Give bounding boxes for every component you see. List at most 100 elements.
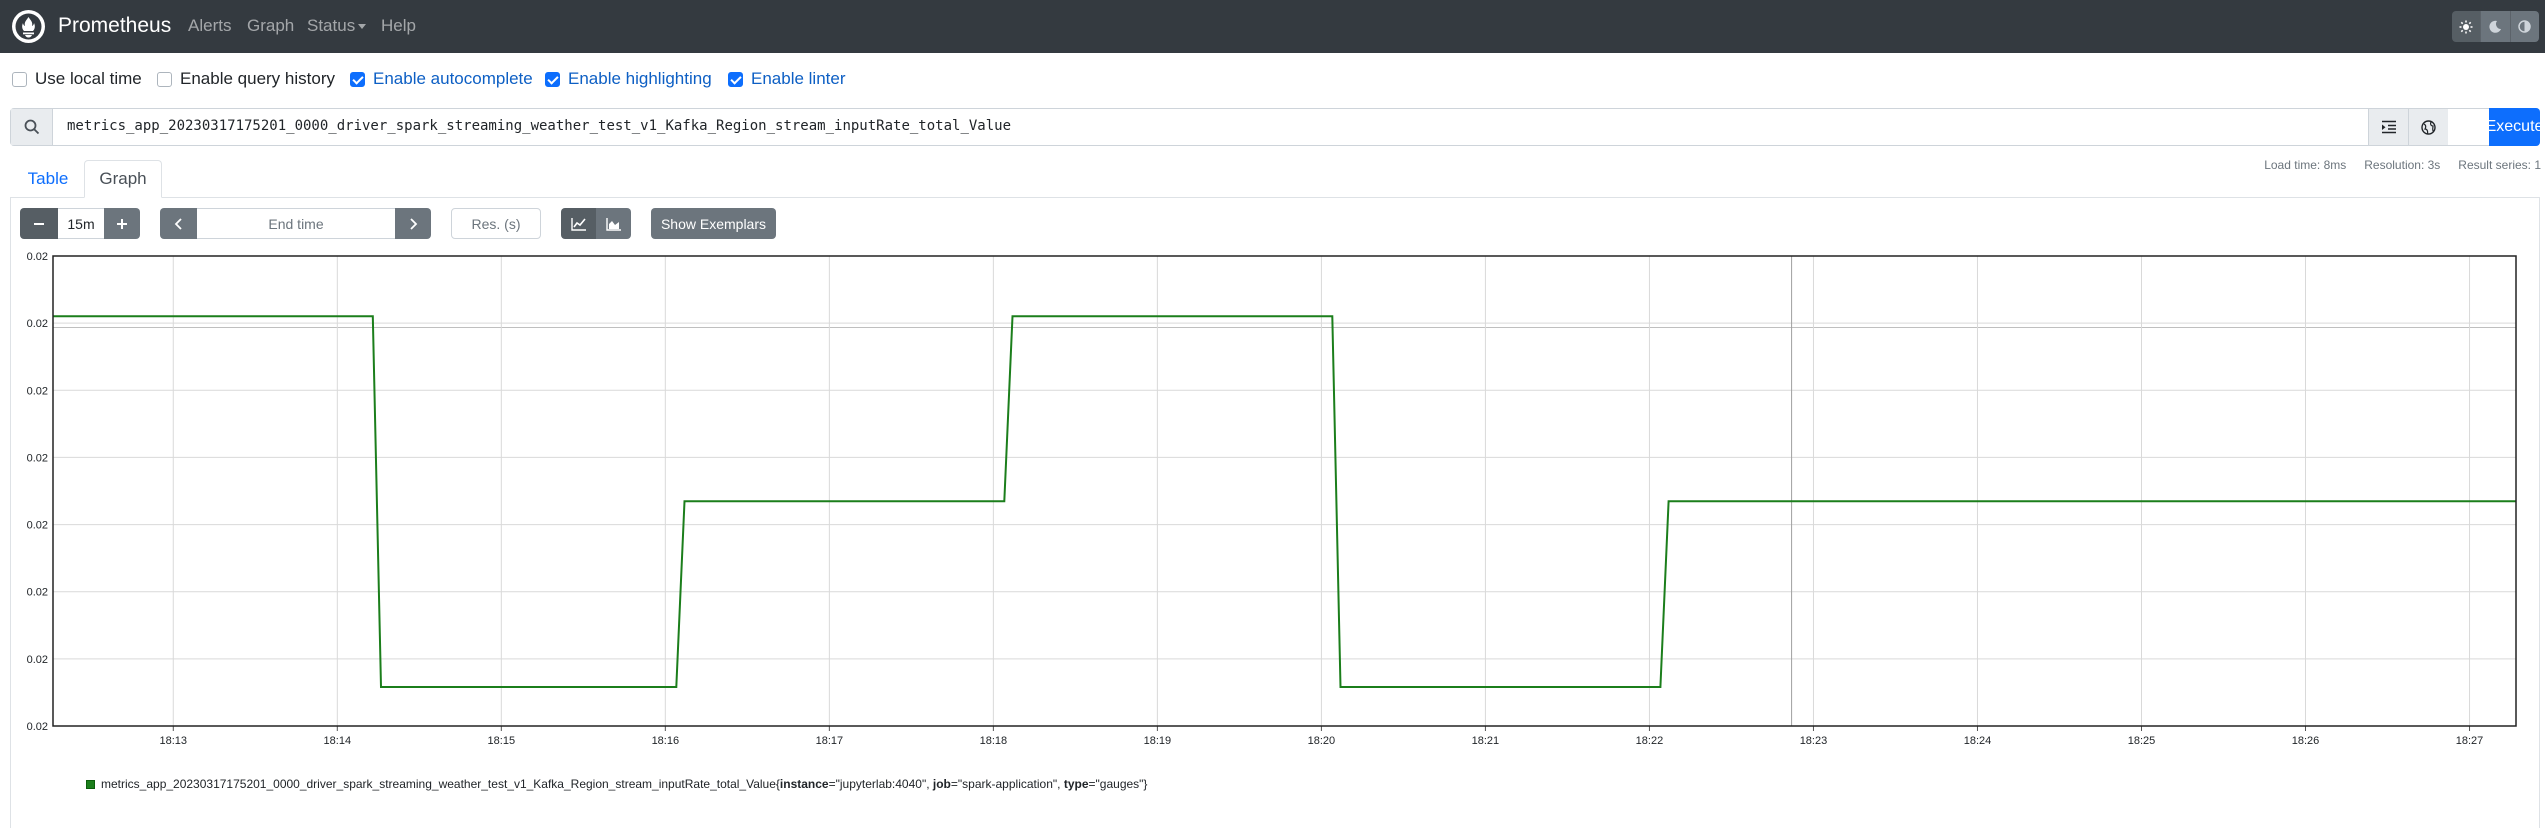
sun-icon: [2459, 20, 2473, 33]
nav-status-label: Status: [307, 16, 356, 35]
enable-highlighting-checkbox[interactable]: [545, 71, 560, 87]
use-local-time-label: Use local time: [35, 69, 142, 88]
x-tick-label: 18:15: [488, 735, 516, 747]
x-tick-label: 18:20: [1308, 735, 1336, 747]
legend-label-value: gauges: [1099, 777, 1140, 791]
load-time-stat: Load time: 8ms: [2264, 158, 2347, 172]
light-theme-button[interactable]: [2452, 11, 2482, 42]
theme-toggle-group: [2452, 11, 2539, 42]
plus-icon: [117, 218, 127, 229]
format-expression-button[interactable]: [2368, 109, 2408, 145]
y-tick-label: 0.02: [27, 721, 48, 733]
decrease-range-button[interactable]: [20, 208, 58, 239]
x-tick-label: 18:14: [324, 735, 352, 747]
chart-legend[interactable]: metrics_app_20230317175201_0000_driver_s…: [86, 777, 1147, 791]
resolution-stat: Resolution: 3s: [2364, 158, 2441, 172]
x-tick-label: 18:23: [1800, 735, 1828, 747]
tab-table[interactable]: Table: [14, 160, 82, 198]
auto-theme-button[interactable]: [2510, 11, 2539, 42]
x-tick-label: 18:19: [1144, 735, 1172, 747]
y-tick-label: 0.02: [27, 520, 48, 532]
x-tick-label: 18:21: [1472, 735, 1500, 747]
use-local-time-checkbox[interactable]: [12, 71, 27, 87]
enable-query-history-option[interactable]: Enable query history: [157, 68, 335, 90]
prometheus-logo-icon[interactable]: [12, 10, 45, 43]
chevron-left-icon: [174, 217, 182, 230]
area-chart-icon: [605, 217, 621, 231]
legend-metric-name: metrics_app_20230317175201_0000_driver_s…: [101, 777, 776, 791]
enable-linter-label: Enable linter: [751, 69, 846, 88]
minus-icon: [34, 222, 44, 225]
y-tick-label: 0.02: [27, 251, 48, 263]
x-tick-label: 18:27: [2456, 735, 2484, 747]
navbar: Prometheus Alerts Graph Status Help: [0, 0, 2545, 53]
x-tick-label: 18:18: [980, 735, 1008, 747]
end-time-input[interactable]: End time: [197, 208, 395, 239]
nav-graph[interactable]: Graph: [247, 15, 294, 37]
x-tick-label: 18:26: [2292, 735, 2320, 747]
unstacked-chart-button[interactable]: [561, 208, 596, 239]
line-chart-icon: [570, 217, 586, 231]
y-tick-label: 0.02: [27, 318, 48, 330]
indent-icon: [2381, 120, 2396, 134]
end-time-control: End time: [160, 208, 431, 239]
x-tick-label: 18:25: [2128, 735, 2156, 747]
expression-input-group: metrics_app_20230317175201_0000_driver_s…: [10, 108, 2540, 146]
legend-label-key: job: [932, 777, 951, 791]
enable-autocomplete-checkbox[interactable]: [350, 71, 365, 87]
y-tick-label: 0.02: [27, 587, 48, 599]
use-local-time-option[interactable]: Use local time: [12, 68, 142, 90]
enable-linter-option[interactable]: Enable linter: [728, 68, 846, 90]
x-tick-label: 18:22: [1636, 735, 1664, 747]
chevron-down-icon: [358, 24, 367, 30]
enable-query-history-label: Enable query history: [180, 69, 335, 88]
legend-label-key: type: [1063, 777, 1089, 791]
x-tick-label: 18:16: [652, 735, 680, 747]
enable-linter-checkbox[interactable]: [728, 71, 743, 87]
metrics-explorer-button[interactable]: [2408, 109, 2448, 145]
range-control: 15m: [20, 208, 140, 239]
enable-autocomplete-label: Enable autocomplete: [373, 69, 533, 88]
series-line: [53, 315, 2516, 688]
search-icon: [11, 109, 53, 145]
nav-alerts[interactable]: Alerts: [188, 15, 231, 37]
chart-type-control: [561, 208, 631, 239]
legend-label-value: spark-application: [962, 777, 1053, 791]
increase-range-button[interactable]: [104, 208, 140, 239]
chevron-right-icon: [410, 217, 418, 230]
globe-icon: [2421, 119, 2436, 135]
expression-input[interactable]: metrics_app_20230317175201_0000_driver_s…: [67, 118, 1011, 134]
resolution-input[interactable]: Res. (s): [451, 208, 541, 239]
execute-button[interactable]: Execute: [2486, 108, 2543, 146]
half-circle-icon: [2518, 20, 2532, 33]
y-tick-label: 0.02: [27, 654, 48, 666]
moon-icon: [2489, 20, 2501, 33]
nav-status[interactable]: Status: [307, 15, 367, 37]
brand-title[interactable]: Prometheus: [58, 12, 171, 40]
enable-query-history-checkbox[interactable]: [157, 71, 172, 87]
dark-theme-button[interactable]: [2481, 11, 2511, 42]
tab-graph[interactable]: Graph: [84, 160, 162, 198]
y-tick-label: 0.02: [27, 385, 48, 397]
x-tick-label: 18:13: [160, 735, 188, 747]
time-series-chart[interactable]: 0.02 0.02 0.02 0.02 0.02 0.02 0.02 0.02 18:13 18:…: [10, 248, 2530, 748]
stacked-chart-button[interactable]: [596, 208, 631, 239]
y-tick-label: 0.02: [27, 452, 48, 464]
plot-frame: [52, 255, 2517, 727]
legend-label-value: jupyterlab:4040: [839, 777, 922, 791]
legend-entry[interactable]: metrics_app_20230317175201_0000_driver_s…: [101, 777, 1147, 791]
enable-highlighting-label: Enable highlighting: [568, 69, 712, 88]
earlier-time-button[interactable]: [160, 208, 197, 239]
result-series-stat: Result series: 1: [2458, 158, 2541, 172]
later-time-button[interactable]: [395, 208, 431, 239]
range-input[interactable]: 15m: [58, 208, 104, 239]
x-tick-label: 18:17: [816, 735, 844, 747]
query-stats: Load time: 8ms Resolution: 3s Result ser…: [2264, 158, 2541, 172]
x-tick-label: 18:24: [1964, 735, 1992, 747]
legend-swatch: [86, 779, 95, 789]
enable-autocomplete-option[interactable]: Enable autocomplete: [350, 68, 533, 90]
enable-highlighting-option[interactable]: Enable highlighting: [545, 68, 712, 90]
nav-help[interactable]: Help: [381, 15, 416, 37]
show-exemplars-button[interactable]: Show Exemplars: [651, 208, 776, 239]
legend-label-key: instance: [779, 777, 829, 791]
